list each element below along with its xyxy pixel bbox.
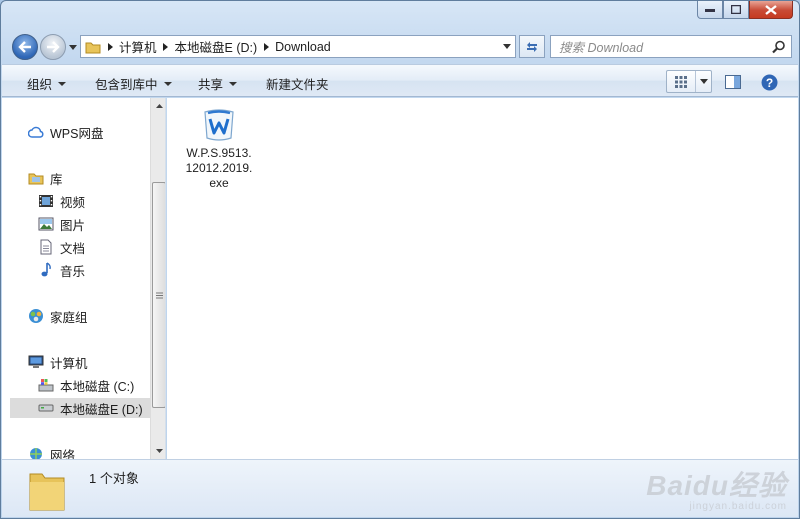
nav-item-libraries[interactable]: 库 [28,168,63,188]
computer-icon [28,354,44,370]
system-drive-icon [38,377,54,393]
scroll-down-button[interactable] [151,443,165,459]
svg-text:?: ? [765,76,772,90]
nav-item-label: 本地磁盘E (D:) [60,402,143,417]
search-input[interactable]: 搜索 Download [550,35,792,58]
picture-icon [38,216,54,232]
search-placeholder: 搜索 Download [559,41,644,55]
music-note-icon [38,262,54,278]
scrollbar-thumb[interactable] [152,182,165,408]
arrow-left-icon [18,41,31,53]
scroll-up-button[interactable] [151,98,165,114]
refresh-icon [527,41,537,52]
nav-item-label: WPS网盘 [50,126,104,141]
nav-item-music[interactable]: 音乐 [38,260,85,280]
wps-installer-icon [204,109,234,141]
watermark-brand: Baidu经验 [646,470,787,501]
document-icon [38,239,54,255]
maximize-icon [731,5,741,14]
film-icon [38,193,54,209]
network-icon [28,446,44,459]
new-folder-button[interactable]: 新建文件夹 [266,74,329,93]
address-history-dropdown[interactable] [499,36,515,57]
nav-item-label: 网络 [50,448,76,460]
chevron-down-icon [155,449,163,453]
nav-item-label: 文档 [60,241,86,256]
refresh-button[interactable] [519,35,545,58]
chevron-down-icon [503,44,511,49]
nav-item-drive-c[interactable]: 本地磁盘 (C:) [38,375,134,395]
chevron-up-icon [155,104,163,108]
preview-pane-icon[interactable] [724,73,742,91]
breadcrumb-separator-icon[interactable] [103,42,117,51]
item-count: 1 个对象 [89,471,139,486]
homegroup-icon [28,308,44,324]
nav-item-label: 计算机 [50,356,88,371]
explorer-window: 计算机 本地磁盘E (D:) Download 搜索 Download 组织 包… [0,0,800,519]
nav-item-label: 库 [50,172,63,187]
nav-item-label: 图片 [60,218,86,233]
nav-item-drive-d[interactable]: 本地磁盘E (D:) [10,398,150,418]
share-label: 共享 [198,78,224,92]
minimize-icon [705,8,715,12]
share-menu[interactable]: 共享 [198,74,238,93]
nav-item-label: 视频 [60,195,86,210]
breadcrumb-download[interactable]: Download [273,40,333,54]
nav-item-label: 家庭组 [50,310,88,325]
new-folder-label: 新建文件夹 [266,78,329,92]
baidu-watermark: Baidu经验 jingyan.baidu.com [646,464,787,512]
maximize-button[interactable] [723,1,749,19]
nav-item-network[interactable]: 网络 [28,444,75,459]
breadcrumb-separator-icon[interactable] [159,42,173,51]
recent-pages-dropdown[interactable] [68,42,78,52]
chevron-down-icon [163,81,172,86]
nav-item-computer[interactable]: 计算机 [28,352,88,372]
nav-pane-scrollbar[interactable] [150,98,165,459]
address-bar[interactable]: 计算机 本地磁盘E (D:) Download [80,35,516,58]
caption-buttons [697,1,793,19]
nav-item-label: 本地磁盘 (C:) [60,379,135,394]
nav-item-label: 音乐 [60,264,86,279]
organize-menu[interactable]: 组织 [27,74,67,93]
breadcrumb-separator-icon[interactable] [259,42,273,51]
organize-label: 组织 [27,78,53,92]
include-in-library-menu[interactable]: 包含到库中 [95,74,172,93]
breadcrumb-drive-d[interactable]: 本地磁盘E (D:) [173,37,260,56]
chevron-down-icon [229,81,238,86]
close-button[interactable] [749,1,793,19]
help-icon[interactable]: ? [760,73,778,91]
chevron-down-icon [69,44,77,50]
chevron-down-icon [699,79,708,84]
view-options-dropdown[interactable] [695,71,711,92]
folder-icon [29,473,65,511]
breadcrumb-computer[interactable]: 计算机 [117,37,159,56]
nav-item-homegroup[interactable]: 家庭组 [28,306,88,326]
nav-item-pictures[interactable]: 图片 [38,214,85,234]
navigation-pane: WPS网盘 库 视频 图片 文档 音乐 家庭组 计算机 本地磁盘 (C:) 本地… [2,98,166,459]
minimize-button[interactable] [697,1,723,19]
folder-icon [81,40,103,54]
arrow-right-icon [47,41,60,53]
file-list: W.P.S.9513.12012.2019.exe [167,98,798,459]
change-view-button[interactable] [666,70,712,93]
nav-item-videos[interactable]: 视频 [38,191,85,211]
hard-drive-icon [38,400,54,416]
grid-view-icon[interactable] [667,71,695,92]
close-icon [765,4,777,15]
back-button[interactable] [12,34,38,60]
include-in-library-label: 包含到库中 [95,78,158,92]
library-icon [28,170,44,186]
file-item[interactable]: W.P.S.9513.12012.2019.exe [185,108,253,191]
file-name: W.P.S.9513.12012.2019.exe [185,146,253,190]
grip-icon [155,292,163,298]
nav-item-wps-cloud[interactable]: WPS网盘 [28,122,103,142]
command-bar: 组织 包含到库中 共享 新建文件夹 ? [2,64,798,97]
cloud-icon [28,124,44,140]
chevron-down-icon [58,81,67,86]
nav-item-documents[interactable]: 文档 [38,237,85,257]
search-icon[interactable] [772,40,786,54]
forward-button[interactable] [40,34,66,60]
